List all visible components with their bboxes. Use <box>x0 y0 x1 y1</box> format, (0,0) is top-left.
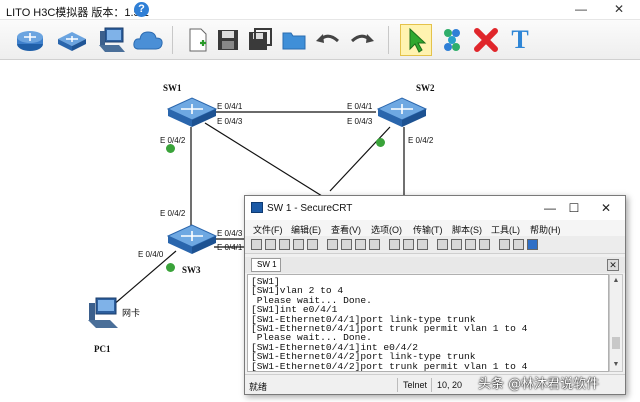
securecrt-title: SW 1 - SecureCRT <box>267 203 353 214</box>
open-folder-icon[interactable] <box>278 24 310 56</box>
print-icon[interactable] <box>389 239 400 250</box>
print-selection-icon[interactable] <box>403 239 414 250</box>
status-ready: 就绪 <box>249 382 268 392</box>
scrollbar-thumb[interactable] <box>612 337 620 349</box>
minimize-button[interactable]: — <box>566 0 596 20</box>
securecrt-close-button[interactable]: ✕ <box>595 199 617 217</box>
session-options-icon[interactable] <box>437 239 448 250</box>
link-sw3-pc1 <box>111 250 177 307</box>
menu-view[interactable]: 查看(V) <box>331 223 361 236</box>
quick-connect-icon[interactable] <box>265 239 276 250</box>
keymap-icon[interactable] <box>465 239 476 250</box>
help-icon[interactable] <box>499 239 510 250</box>
router-icon[interactable] <box>14 24 46 56</box>
pc-icon[interactable] <box>96 24 128 56</box>
pointer-icon[interactable] <box>400 24 432 56</box>
securecrt-toolbar <box>245 236 625 254</box>
about-icon[interactable] <box>513 239 524 250</box>
menu-edit[interactable]: 编辑(E) <box>291 223 321 236</box>
disconnect-icon[interactable] <box>307 239 318 250</box>
watermark: 头条 @林沐君说软件 <box>478 377 600 392</box>
sw1-port-e041: E 0/4/1 <box>217 102 243 111</box>
securecrt-minimize-button[interactable]: — <box>539 199 561 217</box>
cloud-icon[interactable] <box>132 24 164 56</box>
menu-file[interactable]: 文件(F) <box>253 223 283 236</box>
session-tab[interactable]: SW 1 <box>251 258 281 272</box>
link-sw2-cross <box>329 126 391 192</box>
securecrt-tab-bar: SW 1 ✕ <box>245 257 625 273</box>
sw1-label: SW1 <box>163 83 182 93</box>
sw3-label: SW3 <box>182 265 201 275</box>
sw3-port-e043: E 0/4/3 <box>217 229 243 238</box>
sw2-port-e042: E 0/4/2 <box>408 136 434 145</box>
securecrt-maximize-button[interactable]: ☐ <box>563 199 585 217</box>
toolbar: T <box>0 20 640 60</box>
title-bar: LITO H3C模拟器 版本：1.5.2 ? — ✕ <box>0 0 640 20</box>
sw3-port-e042: E 0/4/2 <box>160 209 186 218</box>
app-title: LITO H3C模拟器 版本：1.5.2 <box>6 7 149 19</box>
status-cursor-position: 10, 20 <box>437 380 463 390</box>
securecrt-menu-bar: 文件(F) 编辑(E) 查看(V) 选项(O) 传输(T) 脚本(S) 工具(L… <box>245 220 625 236</box>
menu-transfer[interactable]: 传输(T) <box>413 223 443 236</box>
sw3-link-status-dot <box>166 263 175 272</box>
print-setup-icon[interactable] <box>417 239 428 250</box>
scroll-down-icon[interactable]: ▼ <box>612 361 620 369</box>
pc1-nic-label: 网卡 <box>122 308 141 318</box>
securecrt-app-icon <box>251 202 263 213</box>
menu-tools[interactable]: 工具(L) <box>491 223 520 236</box>
switch-sw3[interactable] <box>166 222 218 258</box>
securecrt-window[interactable]: SW 1 - SecureCRT — ☐ ✕ 文件(F) 编辑(E) 查看(V)… <box>244 195 626 395</box>
terminal-line: [SW1-Ethernet0/4/2]port trunk permit vla… <box>251 360 528 372</box>
simulator-window: LITO H3C模拟器 版本：1.5.2 ? — ✕ T SW1 E 0/4/1… <box>0 0 640 402</box>
copy-icon[interactable] <box>327 239 338 250</box>
connect-icon[interactable] <box>251 239 262 250</box>
scroll-up-icon[interactable]: ▲ <box>612 277 620 285</box>
securecrt-title-bar[interactable]: SW 1 - SecureCRT — ☐ ✕ <box>245 196 625 220</box>
sw2-port-e043: E 0/4/3 <box>347 117 373 126</box>
copy-paste-icon[interactable] <box>355 239 366 250</box>
redo-icon[interactable] <box>346 24 378 56</box>
global-options-icon[interactable] <box>451 239 462 250</box>
sw3-port-e040: E 0/4/0 <box>138 250 164 259</box>
sw2-label: SW2 <box>416 83 435 93</box>
status-protocol: Telnet <box>403 380 428 390</box>
sw2-port-e041: E 0/4/1 <box>347 102 373 111</box>
switch-sw2[interactable] <box>376 95 428 131</box>
menu-script[interactable]: 脚本(S) <box>452 223 482 236</box>
save-icon[interactable] <box>212 24 244 56</box>
paste-icon[interactable] <box>341 239 352 250</box>
link-sw1-cross <box>204 122 331 202</box>
pc1-icon[interactable] <box>86 296 120 334</box>
sw2-link-status-dot <box>376 138 385 147</box>
find-icon[interactable] <box>369 239 380 250</box>
terminal-scrollbar[interactable]: ▲ ▼ <box>609 274 623 372</box>
help-icon[interactable]: ? <box>134 2 149 17</box>
delete-icon[interactable] <box>470 24 502 56</box>
sw3-port-e041: E 0/4/1 <box>217 243 243 252</box>
link-icon[interactable] <box>436 24 468 56</box>
undo-icon[interactable] <box>312 24 344 56</box>
text-icon[interactable]: T <box>504 24 536 56</box>
reconnect-icon[interactable] <box>293 239 304 250</box>
sw1-port-e043: E 0/4/3 <box>217 117 243 126</box>
close-button[interactable]: ✕ <box>604 0 634 20</box>
sftp-icon[interactable] <box>479 239 490 250</box>
tab-close-button[interactable]: ✕ <box>607 259 619 271</box>
save-as-icon[interactable] <box>244 24 276 56</box>
switch-icon[interactable] <box>56 24 88 56</box>
connect-tab-icon[interactable] <box>279 239 290 250</box>
new-file-icon[interactable] <box>182 24 214 56</box>
menu-help[interactable]: 帮助(H) <box>530 223 561 236</box>
terminal-output[interactable]: [SW1] [SW1]vlan 2 to 4 Please wait... Do… <box>247 274 609 372</box>
dropdown-icon[interactable] <box>527 239 538 250</box>
sw1-link-status-dot <box>166 144 175 153</box>
switch-sw1[interactable] <box>166 95 218 131</box>
menu-options[interactable]: 选项(O) <box>371 223 402 236</box>
pc1-label: PC1 <box>94 344 111 354</box>
